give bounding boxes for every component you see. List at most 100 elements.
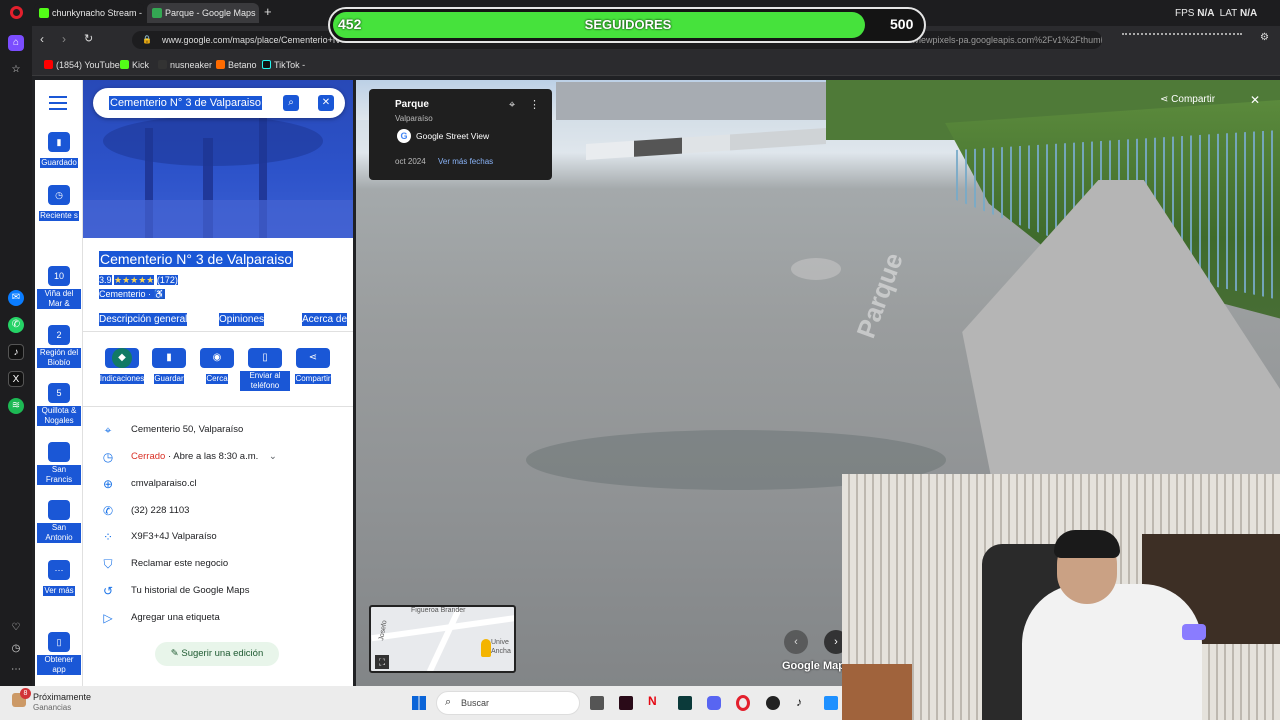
heart-icon[interactable]: ♡ <box>8 620 24 636</box>
bookmark-betano[interactable]: Betano <box>216 58 257 72</box>
minimap[interactable]: Figueroa Brander Unive Ancha Josefo ⛶ <box>369 605 516 673</box>
rail-saved[interactable]: ▮ Guardado <box>35 132 83 170</box>
kick-favicon-icon <box>39 8 49 18</box>
pencil-icon: ✎ <box>170 648 179 659</box>
forward-icon[interactable]: › <box>62 32 66 46</box>
obs-icon[interactable] <box>766 696 780 710</box>
rail-get-app[interactable]: ▯ Obtener app <box>35 632 83 677</box>
share-button[interactable]: ⋖ Compartir <box>288 348 338 386</box>
tiktok-sidebar-icon[interactable]: ♪ <box>8 344 24 360</box>
bookmark-nusneaker[interactable]: nusneaker <box>158 58 212 72</box>
send-to-phone-button[interactable]: ▯ Enviar al teléfono <box>240 348 290 393</box>
search-input[interactable]: Cementerio N° 3 de Valparaiso <box>109 96 262 110</box>
search-icon: ⌕ <box>445 696 452 708</box>
pegman-icon[interactable] <box>481 639 491 657</box>
more-icon: ⋯ <box>48 560 70 580</box>
spotify-icon[interactable]: ≋ <box>8 398 24 414</box>
messenger-icon[interactable]: ✉ <box>8 290 24 306</box>
opera-taskbar-icon[interactable] <box>736 695 750 711</box>
fullscreen-icon[interactable]: ⛶ <box>375 655 389 669</box>
label-row[interactable]: ▷ Agregar una etiqueta <box>83 608 353 630</box>
kick-icon <box>120 60 129 69</box>
adobe-icon[interactable] <box>619 696 633 710</box>
notice-title: Próximamente <box>33 692 92 702</box>
tab-maps[interactable]: Parque - Google Maps <box>147 3 259 23</box>
tab-about[interactable]: Acerca de <box>302 313 348 326</box>
list-badge-icon: 2 <box>48 325 70 345</box>
rail-list-biobio[interactable]: 2 Región del Biobío <box>35 325 83 370</box>
tab-overview[interactable]: Descripción general <box>99 313 188 326</box>
verified-shield-icon: ⛉ <box>103 557 113 571</box>
chevron-down-icon[interactable]: ⌄ <box>269 451 277 462</box>
save-button[interactable]: ▮ Guardar <box>144 348 194 386</box>
bookmark-youtube[interactable]: (1854) YouTube <box>44 58 120 72</box>
windows-taskbar: 8 Próximamente Ganancias ⌕ Buscar N ♪ <box>0 686 842 720</box>
plus-code-row[interactable]: ⁘ X9F3+4J Valparaíso <box>83 527 353 549</box>
discord-icon[interactable] <box>707 696 721 710</box>
sv-more-dates-link[interactable]: Ver más fechas <box>438 157 493 166</box>
more-dots-icon[interactable]: ⋯ <box>8 662 24 678</box>
rail-more[interactable]: ⋯ Ver más <box>35 560 83 598</box>
bookmark-kick[interactable]: Kick <box>120 58 149 72</box>
back-icon[interactable]: ‹ <box>40 32 44 46</box>
windows-start-icon[interactable] <box>412 696 426 710</box>
lat-value: N/A <box>1240 8 1258 19</box>
rail-list-sanfrancis[interactable]: San Francis <box>35 442 83 487</box>
reload-icon[interactable]: ↻ <box>84 32 93 45</box>
rail-list-sanantonio[interactable]: San Antonio <box>35 500 83 545</box>
app-icon[interactable] <box>678 696 692 710</box>
star-icon[interactable]: ☆ <box>8 62 24 78</box>
history-row[interactable]: ↺ Tu historial de Google Maps <box>83 581 353 603</box>
fps-label: FPS <box>1175 8 1195 19</box>
palm-canopy <box>103 116 323 166</box>
menu-icon[interactable] <box>49 96 67 110</box>
suggest-edit-label: Sugerir una edición <box>181 648 264 659</box>
bookmark-tiktok[interactable]: TikTok - <box>262 58 305 72</box>
hours-row[interactable]: ◷ Cerrado · Abre a las 8:30 a.m. ⌄ <box>83 447 353 469</box>
clock-icon[interactable]: ◷ <box>8 641 24 657</box>
share-label: Compartir <box>295 374 331 384</box>
streetview-share-button[interactable]: ⋖ Compartir <box>1160 91 1215 109</box>
x-icon[interactable]: X <box>8 371 24 387</box>
netflix-icon[interactable]: N <box>648 694 657 708</box>
website-row[interactable]: ⊕ cmvalparaiso.cl <box>83 474 353 496</box>
directions-button[interactable]: ◆ Indicaciones <box>97 348 147 386</box>
search-icon[interactable]: ⌕ <box>283 95 299 111</box>
prev-image-button[interactable]: ‹ <box>784 630 808 654</box>
search-box[interactable]: Cementerio N° 3 de Valparaiso ⌕ ✕ <box>93 88 345 118</box>
betano-icon <box>216 60 225 69</box>
website-text: cmvalparaiso.cl <box>131 478 197 489</box>
home-icon[interactable]: ⌂ <box>8 35 24 51</box>
rail-recent[interactable]: ◷ Reciente s <box>35 185 83 223</box>
extensions-icon[interactable] <box>1122 33 1242 45</box>
taskbar-search[interactable]: ⌕ Buscar <box>436 691 580 715</box>
whatsapp-icon[interactable]: ✆ <box>8 317 24 333</box>
location-pin-icon[interactable]: ⌖ <box>509 99 515 112</box>
tab-reviews[interactable]: Opiniones <box>219 313 265 326</box>
address-row[interactable]: ⌖ Cementerio 50, Valparaíso <box>83 420 353 442</box>
hours-detail: · Abre a las 8:30 a.m. <box>165 451 259 462</box>
tab-stream[interactable]: chunkynacho Stream - We <box>34 3 144 23</box>
rating-row[interactable]: 3.9 ★★★★★ (172) <box>99 274 178 286</box>
suggest-edit-button[interactable]: ✎ Sugerir una edición <box>155 642 279 666</box>
phone-row[interactable]: ✆ (32) 228 1103 <box>83 501 353 523</box>
close-streetview-icon[interactable]: ✕ <box>1250 93 1260 107</box>
opera-logo-icon[interactable] <box>10 6 23 19</box>
close-icon[interactable]: ✕ <box>318 95 334 111</box>
new-tab-button[interactable]: + <box>264 4 272 20</box>
app-icon[interactable] <box>824 696 838 710</box>
claim-row[interactable]: ⛉ Reclamar este negocio <box>83 554 353 576</box>
tiktok-taskbar-icon[interactable]: ♪ <box>796 695 802 709</box>
easy-setup-icon[interactable]: ⚙ <box>1260 32 1269 43</box>
place-panel: Cementerio N° 3 de Valparaiso ⌕ ✕ Cement… <box>83 80 353 686</box>
parked-cars <box>586 128 826 160</box>
nearby-button[interactable]: ◉ Cerca <box>192 348 242 386</box>
rail-list-vina[interactable]: 10 Viña del Mar & <box>35 266 83 311</box>
tiktok-icon <box>262 60 271 69</box>
rail-list-quillota[interactable]: 5 Quillota & Nogales <box>35 383 83 428</box>
file-explorer-icon[interactable] <box>590 696 604 710</box>
nav-arrow-icon[interactable] <box>791 258 841 280</box>
review-count[interactable]: (172) <box>156 275 178 285</box>
hours-status: Cerrado <box>131 451 166 462</box>
more-vert-icon[interactable]: ⋮ <box>529 98 540 111</box>
